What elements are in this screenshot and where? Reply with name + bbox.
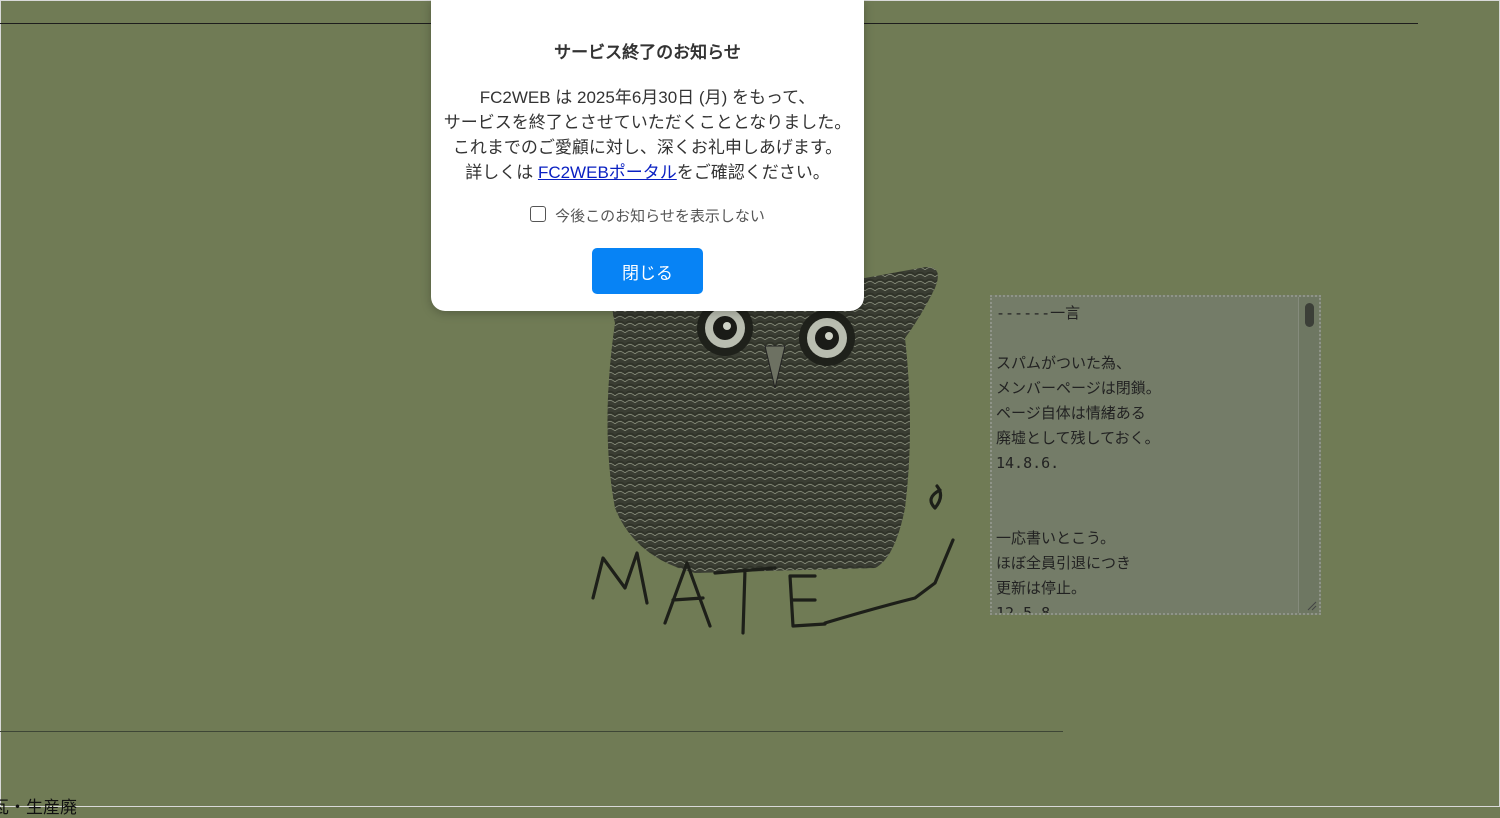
dont-show-again-row[interactable]: 今後このお知らせを表示しない	[431, 205, 864, 226]
message-line	[996, 326, 1295, 351]
message-line: 廃墟として残しておく。	[996, 429, 1160, 447]
bottom-horizontal-rule	[0, 731, 1063, 732]
message-line	[996, 476, 1295, 501]
fc2web-portal-link[interactable]: FC2WEBポータル	[538, 163, 677, 182]
message-line: 更新は停止。	[996, 579, 1087, 597]
message-line: ページ自体は情緒ある	[996, 404, 1146, 422]
close-button[interactable]: 閉じる	[592, 248, 703, 294]
owl-right-eye	[799, 310, 855, 366]
resize-handle-icon[interactable]	[1305, 599, 1317, 611]
message-textarea[interactable]: ------一言 スパムがついた為、メンバーページは閉鎖。 ページ自体は情緒ある廃…	[990, 295, 1321, 615]
message-line: 14.8.6.	[996, 454, 1060, 472]
dont-show-again-checkbox[interactable]	[530, 205, 547, 222]
message-line: ほぼ全員引退につき	[996, 554, 1132, 572]
message-line	[996, 501, 1295, 526]
message-line: 一応書いとこう。	[996, 529, 1116, 547]
textarea-scrollbar[interactable]	[1298, 297, 1319, 613]
modal-title: サービス終了のお知らせ	[554, 43, 741, 62]
dont-show-again-label[interactable]: 今後このお知らせを表示しない	[555, 205, 765, 226]
message-text: ------一言 スパムがついた為、メンバーページは閉鎖。 ページ自体は情緒ある廃…	[996, 301, 1295, 615]
message-line: ------一言	[996, 304, 1081, 322]
message-line: 12.5.8.	[996, 604, 1060, 615]
notice-line-2: サービスを終了とさせていただくこととなりました。	[443, 113, 852, 132]
service-end-notice-modal: サービス終了のお知らせ FC2WEB は 2025年6月30日 (月) をもって…	[431, 0, 864, 311]
notice-line-1: FC2WEB は 2025年6月30日 (月) をもって、	[479, 88, 816, 107]
notice-line-4: 詳しくは FC2WEBポータルをご確認ください。	[431, 160, 864, 185]
message-line: メンバーページは閉鎖。	[996, 379, 1161, 397]
scrollbar-thumb[interactable]	[1305, 303, 1314, 327]
notice-line-4-suffix: をご確認ください。	[676, 163, 830, 182]
notice-line-4-prefix: 詳しくは	[465, 163, 538, 182]
modal-body: FC2WEB は 2025年6月30日 (月) をもって、 サービスを終了とさせ…	[431, 85, 864, 185]
notice-line-3: これまでのご愛顧に対し、深くお礼申しあげます。	[452, 138, 843, 157]
bottom-clipped-heading: 瓦・生産廃	[0, 798, 77, 818]
message-line: スパムがついた為、	[996, 354, 1132, 372]
